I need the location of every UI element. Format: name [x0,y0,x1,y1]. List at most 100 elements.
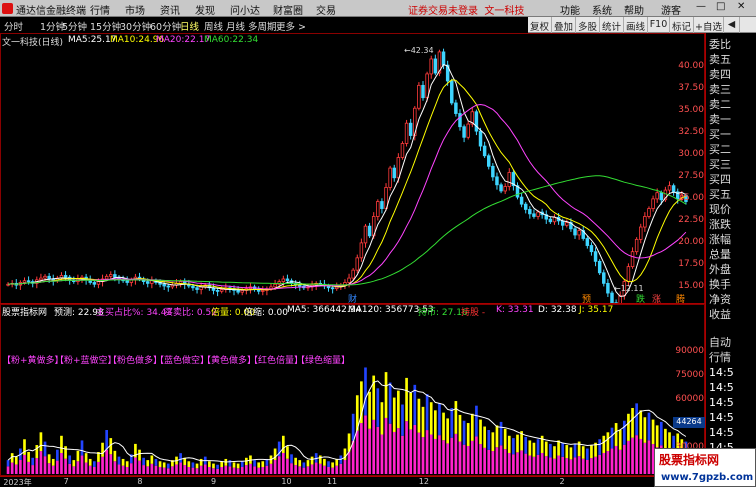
candle-body [441,51,446,66]
volume-bar-buy [470,440,474,474]
candle-body [39,277,43,281]
quote-mode-label[interactable]: 自动 [709,334,731,350]
volume-bar-sell [499,421,503,446]
period-daily[interactable]: 日线 [180,19,199,33]
volume-bar-sell [60,435,63,453]
period-5min[interactable]: 5分钟 [62,19,87,33]
volume-bar-sell [290,454,293,464]
volume-bar-buy [269,463,273,474]
volume-tick: 60000 [675,394,704,404]
menu-system[interactable]: 系统 [592,2,612,17]
collapse-icon[interactable]: ◀ [724,17,740,33]
quote-field-label: 买一 [709,128,731,141]
add-watchlist-button[interactable]: +自选 [694,17,724,33]
volume-bar-buy [524,453,528,474]
overlay-button[interactable]: 叠加 [552,17,576,33]
volume-bar-buy [368,428,371,474]
menu-market-quotes[interactable]: 行情 [90,2,110,17]
volume-bar-sell [351,413,355,441]
volume-bar-sell [442,412,445,441]
volume-tick: 75000 [675,370,704,380]
draw-line-button[interactable]: 画线 [624,17,648,33]
multi-stock-button[interactable]: 多股 [576,17,600,33]
volume-bar-buy [438,435,441,474]
volume-bar-buy [154,465,158,474]
volume-bar-sell [479,419,482,445]
candle-body [388,167,392,188]
volume-bar-sell [35,445,39,459]
volume-bar-buy [627,440,630,474]
period-weekly[interactable]: 周线 [204,19,223,33]
volume-bar-buy [618,449,622,474]
price-tick: 35.00 [678,105,704,115]
volume-bar-buy [10,462,14,474]
volume-bar-sell [438,403,441,436]
volume-bar-buy [257,467,261,474]
volume-bar-buy [647,440,651,474]
period-15min[interactable]: 15分钟 [90,19,121,33]
statistics-button[interactable]: 统计 [600,17,624,33]
volume-bar-buy [245,465,248,474]
menu-ask[interactable]: 问小达 [230,2,260,17]
adjust-button[interactable]: 复权 [528,17,552,33]
volume-bar-buy [454,433,458,474]
menu-functions[interactable]: 功能 [560,2,580,17]
volume-bar-buy [76,461,80,474]
volume-bar-buy [384,417,388,474]
mark-button[interactable]: 标记 [670,17,694,33]
menu-help[interactable]: 帮助 [624,2,644,17]
candle-body [392,167,396,179]
volume-bar-buy [577,456,581,474]
volume-bar-buy [277,456,281,474]
volume-bar-buy [60,452,63,474]
volume-bar-buy [606,451,610,474]
menu-discover[interactable]: 发现 [195,2,215,17]
volume-bar-buy [56,460,59,474]
period-monthly[interactable]: 月线 [226,19,245,33]
login-notice[interactable]: 证券交易未登录 文一科技 [408,2,524,17]
app-name: 通达信金融终端 [16,6,86,17]
volume-bar-sell [76,450,80,462]
candle-body [589,245,594,253]
volume-bar-buy [220,466,224,474]
minimize-icon[interactable]: — [696,1,706,12]
menu-news[interactable]: 资讯 [160,2,180,17]
close-icon[interactable]: ✕ [737,1,745,12]
period-60min[interactable]: 60分钟 [150,19,181,33]
volume-bar-sell [581,446,585,459]
menu-wealth[interactable]: 财富圈 [273,2,303,17]
candle-body [298,284,302,287]
volume-bar-buy [586,459,589,474]
candle-body [96,281,101,285]
volume-bar-buy [380,434,384,474]
volume-bar-sell [606,432,610,452]
candle-body [376,201,380,217]
volume-bar-sell [536,439,540,455]
candle-body [450,80,454,104]
period-multi[interactable]: 多周期 [248,19,277,33]
volume-bar-buy [249,463,252,474]
guest-label[interactable]: 游客 [661,2,681,17]
period-30min[interactable]: 30分钟 [120,19,151,33]
f10-button[interactable]: F10 [648,17,670,33]
volume-bar-buy [310,464,314,474]
period-intraday[interactable]: 分时 [4,19,23,33]
volume-bar-buy [557,455,560,474]
menu-market[interactable]: 市场 [125,2,145,17]
candle-body [104,275,109,280]
price-chart[interactable]: 文一科技(日线) MA5:25.17 MA10:24.96 MA20:22.17… [0,33,705,305]
period-more[interactable]: 更多 > [276,19,306,33]
candle-body [565,222,569,226]
volume-bar-buy [166,468,170,474]
maximize-icon[interactable]: □ [716,1,725,12]
notice-stock-name: 文一科技 [484,6,525,17]
volume-bar-buy [364,415,367,474]
volume-bar-sell [462,420,466,445]
quote-mode-label[interactable]: 行情 [709,349,731,365]
volume-bar-buy [487,449,491,474]
candle-body [326,285,331,289]
volume-indicator-panel[interactable]: 股票指标网 预测: 22.98 主买占比%: 34.43 买卖比: 0.52 倍… [0,303,705,476]
volume-bar-buy [397,428,400,474]
ma5-line [8,64,687,297]
menu-trade[interactable]: 交易 [316,2,336,17]
